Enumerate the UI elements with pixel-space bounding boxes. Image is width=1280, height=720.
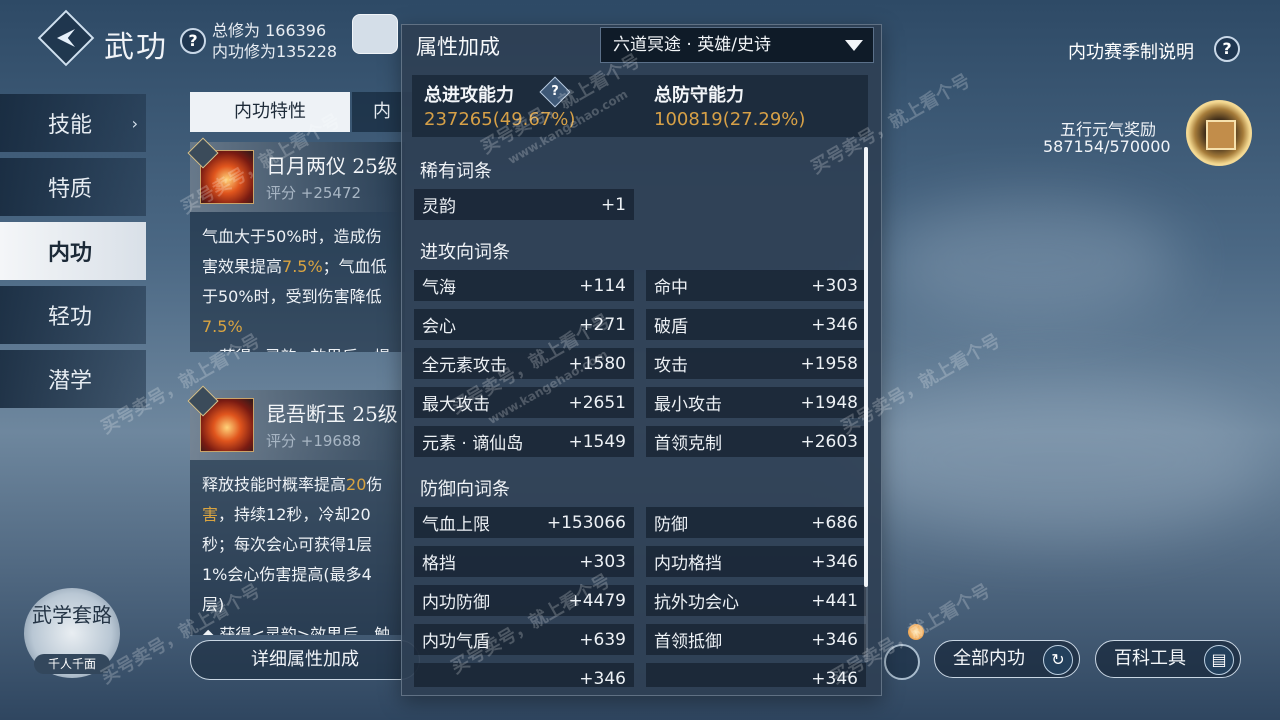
rare-stats: 灵韵 +1: [414, 189, 868, 220]
nav-item-skill[interactable]: 技能 ›: [0, 94, 146, 152]
nav-label: 轻功: [48, 305, 93, 330]
skill-score: 评分 +19688: [266, 432, 362, 450]
stat-row: 命中 +303: [646, 270, 866, 301]
panel-title: 属性加成: [416, 35, 500, 59]
chevron-right-icon: ›: [131, 114, 138, 133]
refresh-cycle-icon: ↻: [1043, 645, 1073, 675]
attribute-bonus-panel: 属性加成 六道冥途 · 英雄/史诗 总进攻能力 ? 237265(49.67%)…: [401, 24, 882, 696]
stat-row: 最小攻击 +1948: [646, 387, 866, 418]
stats-scroll-area[interactable]: 稀有词条 灵韵 +1 进攻向词条 气海 +114 命中 +303 会心 +271 破盾 +…: [412, 147, 868, 687]
season-rules-link[interactable]: 内功赛季制说明: [1068, 38, 1194, 64]
nav-item-lightness[interactable]: 轻功: [0, 286, 146, 344]
stat-row: 气血上限 +153066: [414, 507, 634, 538]
total-attack-label: 总进攻能力: [424, 85, 514, 106]
stat-row: 防御 +686: [646, 507, 866, 538]
skill-description: 气血大于50%时，造成伤害效果提高7.5%；气血低于50%时，受到伤害降低7.5…: [202, 227, 390, 352]
attack-section-title: 进攻向词条: [420, 242, 510, 263]
martial-arts-logo-icon: [37, 9, 95, 67]
nav-item-trait[interactable]: 特质: [0, 158, 146, 216]
internal-cultivation: 内功修为135228: [212, 42, 338, 61]
wiki-tools-button[interactable]: 百科工具 ▤: [1095, 640, 1241, 678]
reward-value: 587154/570000: [1043, 137, 1171, 156]
stat-row: 首领克制 +2603: [646, 426, 866, 457]
detail-attributes-button[interactable]: 详细属性加成: [190, 640, 420, 680]
skill-header: 昆吾断玉 25级 评分 +19688: [187, 385, 405, 460]
all-internal-label: 全部内功: [953, 648, 1025, 669]
skill-score: 评分 +25472: [266, 184, 362, 202]
nav-label: 技能: [48, 113, 93, 138]
stat-row: 破盾 +346: [646, 309, 866, 340]
chevron-down-icon: [845, 40, 863, 51]
total-defense-value: 100819(27.29%): [654, 109, 806, 130]
dropdown-value: 六道冥途 · 英雄/史诗: [613, 35, 771, 55]
nav-item-internal[interactable]: 内功: [0, 222, 146, 280]
stat-row: 元素 · 谪仙岛 +1549: [414, 426, 634, 457]
total-cultivation: 总修为 166396: [212, 21, 327, 40]
defense-section-title: 防御向词条: [420, 479, 510, 500]
help-question-icon[interactable]: ?: [180, 28, 206, 54]
skill-name: 昆吾断玉 25级: [266, 402, 398, 426]
stat-row: +346: [414, 663, 634, 687]
nav-label: 特质: [48, 177, 93, 202]
stat-row: 首领抵御 +346: [646, 624, 866, 655]
document-tab-icon[interactable]: [352, 14, 398, 54]
treasure-box-icon[interactable]: [1186, 100, 1252, 166]
stat-row: 气海 +114: [414, 270, 634, 301]
totals-box: 总进攻能力 ? 237265(49.67%) 总防守能力 100819(27.2…: [412, 75, 868, 137]
scrollbar-thumb[interactable]: [864, 147, 868, 587]
left-nav: 技能 › 特质 内功 轻功 潜学: [0, 94, 146, 414]
equipment-set-dropdown[interactable]: 六道冥途 · 英雄/史诗: [600, 27, 874, 63]
nav-label: 潜学: [48, 369, 93, 394]
attack-stats: 气海 +114 命中 +303 会心 +271 破盾 +346 全元素攻击 +1580 攻…: [414, 270, 868, 457]
stat-row: 抗外功会心 +441: [646, 585, 866, 616]
page-title: 武功: [104, 30, 168, 65]
book-icon: ▤: [1204, 645, 1234, 675]
wiki-label: 百科工具: [1114, 648, 1186, 669]
stat-row: 攻击 +1958: [646, 348, 866, 379]
stat-row: 灵韵 +1: [414, 189, 634, 220]
rare-section-title: 稀有词条: [420, 161, 492, 182]
season-help-icon[interactable]: ?: [1214, 36, 1240, 62]
nav-label: 内功: [48, 241, 93, 266]
moves-title: 武学套路: [32, 603, 112, 627]
stat-row: 内功格挡 +346: [646, 546, 866, 577]
cultivation-summary: 总修为 166396 内功修为135228: [212, 20, 337, 62]
all-internal-button[interactable]: 全部内功 ↻: [934, 640, 1080, 678]
total-defense-label: 总防守能力: [654, 85, 744, 106]
